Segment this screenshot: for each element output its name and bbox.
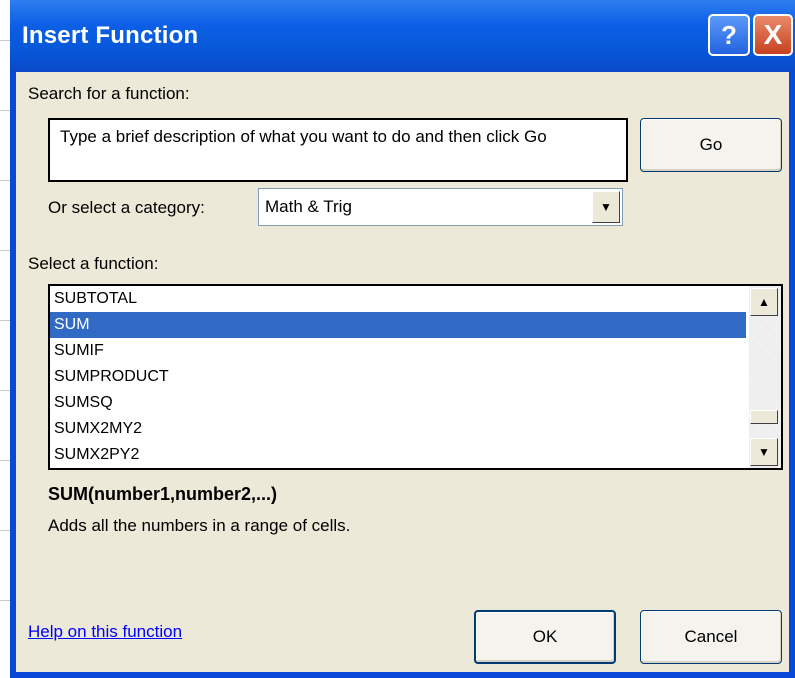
search-label: Search for a function: [28, 84, 190, 103]
ok-button[interactable]: OK [474, 610, 616, 664]
close-button[interactable]: X [753, 14, 793, 56]
help-on-function-link[interactable]: Help on this function [28, 622, 182, 642]
cancel-button[interactable]: Cancel [640, 610, 782, 664]
scrollbar-thumb[interactable] [750, 410, 778, 424]
category-value: Math & Trig [265, 197, 352, 216]
list-item[interactable]: SUMPRODUCT [50, 364, 746, 390]
list-item[interactable]: SUBTOTAL [50, 286, 746, 312]
go-button[interactable]: Go [640, 118, 782, 172]
category-select[interactable]: Math & Trig ▼ [258, 188, 623, 226]
function-signature: SUM(number1,number2,...) [48, 484, 278, 504]
category-label: Or select a category: [48, 198, 205, 217]
help-button[interactable]: ? [708, 14, 750, 56]
list-item-selected[interactable]: SUM [50, 312, 746, 338]
cancel-button-label: Cancel [684, 627, 738, 646]
function-description: Adds all the numbers in a range of cells… [48, 516, 351, 535]
insert-function-dialog: Insert Function ? X Search for a functio… [10, 0, 795, 678]
list-item[interactable]: SUMIF [50, 338, 746, 364]
list-item[interactable]: SUMX2MY2 [50, 416, 746, 442]
question-mark-icon: ? [721, 19, 737, 50]
dialog-body: Search for a function: Type a brief desc… [16, 72, 789, 672]
list-item[interactable]: SUMSQ [50, 390, 746, 416]
function-list-label: Select a function: [28, 254, 159, 273]
title-bar[interactable]: Insert Function ? X [10, 0, 795, 72]
go-button-label: Go [699, 135, 723, 154]
search-input[interactable]: Type a brief description of what you wan… [48, 118, 628, 182]
chevron-down-icon[interactable]: ▼ [592, 191, 620, 223]
close-icon: X [763, 19, 783, 50]
ok-button-label: OK [532, 627, 558, 646]
vertical-scrollbar[interactable]: ▲ ▼ [749, 286, 781, 468]
dialog-title: Insert Function [22, 22, 199, 49]
scroll-up-icon[interactable]: ▲ [750, 288, 778, 316]
function-list[interactable]: SUBTOTAL SUM SUMIF SUMPRODUCT SUMSQ SUMX… [48, 284, 783, 470]
list-item[interactable]: SUMX2PY2 [50, 442, 746, 468]
scroll-down-icon[interactable]: ▼ [750, 438, 778, 466]
